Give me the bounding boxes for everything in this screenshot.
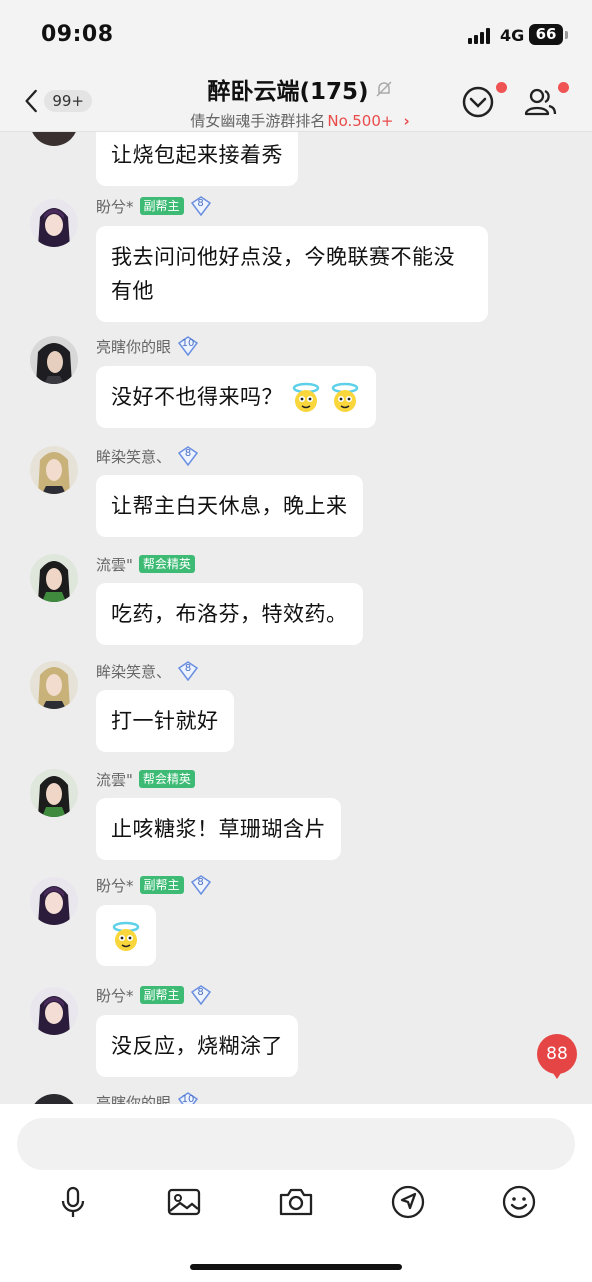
message-bubble[interactable]: 让帮主白天休息，晚上来 <box>96 475 363 537</box>
group-rank-link[interactable]: 倩女幽魂手游群排名 No.500+ › <box>150 110 450 131</box>
back-button[interactable]: 99+ <box>22 84 92 118</box>
message-bubble[interactable]: 吃药，布洛芬，特效药。 <box>96 583 363 645</box>
message-input[interactable] <box>17 1118 575 1170</box>
emoji-icon[interactable] <box>501 1184 537 1220</box>
group-members-icon[interactable] <box>522 84 558 120</box>
battery-tip <box>565 31 568 39</box>
level-badge: 8 <box>177 446 199 467</box>
avatar[interactable] <box>30 554 78 602</box>
message-bubble[interactable]: 我去问问他好点没，今晚联赛不能没有他 <box>96 226 488 322</box>
sender-row: 亮瞎你的眼 10 <box>96 1092 199 1104</box>
level-badge: 10 <box>177 1092 199 1104</box>
sender-name: 亮瞎你的眼 <box>96 337 172 356</box>
sender-name: 流雲" <box>96 555 133 574</box>
chevron-right-icon: › <box>403 111 410 130</box>
sender-name: 盼兮* <box>96 876 134 895</box>
status-time: 09:08 <box>41 22 114 47</box>
sender-row: 盼兮* 副帮主 8 <box>96 985 212 1006</box>
sender-name: 眸染笑意、 <box>96 662 172 681</box>
sender-row: 眸染笑意、 8 <box>96 661 199 682</box>
message-bubble[interactable]: 止咳糖浆！草珊瑚含片 <box>96 798 341 860</box>
notification-dot <box>558 82 569 93</box>
network-label: 4G <box>500 26 525 45</box>
message-bubble[interactable]: 让烧包起来接着秀 <box>96 132 298 186</box>
rank-prefix: 倩女幽魂手游群排名 <box>190 112 326 130</box>
location-send-icon[interactable] <box>390 1184 426 1220</box>
chat-message-list[interactable]: 让烧包起来接着秀 盼兮* 副帮主 8 我去问问他好点没，今晚联赛不能没有他 亮瞎… <box>0 132 592 1104</box>
level-badge: 8 <box>190 196 212 217</box>
battery-icon: 66 <box>529 24 563 45</box>
angel-emoji-icon <box>292 382 320 412</box>
sender-name: 盼兮* <box>96 986 134 1005</box>
sender-row: 盼兮* 副帮主 8 <box>96 875 212 896</box>
sender-row: 盼兮* 副帮主 8 <box>96 196 212 217</box>
sender-row: 眸染笑意、 8 <box>96 446 199 467</box>
avatar[interactable] <box>30 199 78 247</box>
chat-title-area[interactable]: 醉卧云端(175) 倩女幽魂手游群排名 No.500+ › <box>150 72 450 131</box>
level-badge: 8 <box>190 985 212 1006</box>
level-badge: 10 <box>177 336 199 357</box>
avatar[interactable] <box>30 446 78 494</box>
signal-icon <box>468 28 494 44</box>
avatar[interactable] <box>30 132 78 146</box>
sender-row: 亮瞎你的眼 10 <box>96 336 199 357</box>
avatar[interactable] <box>30 661 78 709</box>
role-badge: 副帮主 <box>139 876 184 894</box>
sender-row: 流雲" 帮会精英 <box>96 554 195 574</box>
avatar[interactable] <box>30 987 78 1035</box>
role-badge: 副帮主 <box>139 197 184 215</box>
mic-icon[interactable] <box>55 1184 91 1220</box>
rank-value: No.500+ <box>327 111 394 130</box>
message-bubble[interactable]: 没反应，烧糊涂了 <box>96 1015 298 1077</box>
sender-name: 眸染笑意、 <box>96 447 172 466</box>
angel-emoji-icon <box>112 921 140 951</box>
avatar[interactable] <box>30 877 78 925</box>
chat-title: 醉卧云端(175) <box>207 79 369 105</box>
notification-dot <box>496 82 507 93</box>
home-indicator <box>190 1264 402 1270</box>
badge-tail <box>551 1070 563 1079</box>
image-icon[interactable] <box>166 1184 202 1220</box>
role-badge: 帮会精英 <box>138 770 195 788</box>
sender-name: 盼兮* <box>96 197 134 216</box>
camera-icon[interactable] <box>278 1184 314 1220</box>
angel-emoji-icon <box>332 382 359 412</box>
new-message-count-badge[interactable]: 88 <box>537 1034 577 1074</box>
input-bar <box>0 1104 592 1282</box>
mute-bell-icon <box>375 81 392 97</box>
message-bubble[interactable]: 没好不也得来吗？ <box>96 366 377 428</box>
level-badge: 8 <box>190 875 212 896</box>
message-bubble[interactable] <box>96 905 156 966</box>
level-badge: 8 <box>177 661 199 682</box>
avatar[interactable] <box>30 336 78 384</box>
chevron-left-icon <box>25 89 37 113</box>
unread-count-badge: 99+ <box>44 90 92 112</box>
role-badge: 副帮主 <box>139 986 184 1004</box>
dropdown-circle-icon[interactable] <box>460 84 496 120</box>
sender-row: 流雲" 帮会精英 <box>96 769 195 789</box>
sender-name: 流雲" <box>96 770 133 789</box>
top-bar: 09:08 4G 66 99+ 醉卧云端(175) 倩女幽魂手游群排名 No.5… <box>0 0 592 132</box>
message-bubble[interactable]: 打一针就好 <box>96 690 234 752</box>
avatar[interactable] <box>30 769 78 817</box>
role-badge: 帮会精英 <box>138 555 195 573</box>
avatar[interactable] <box>30 1094 78 1104</box>
sender-name: 亮瞎你的眼 <box>96 1093 172 1105</box>
